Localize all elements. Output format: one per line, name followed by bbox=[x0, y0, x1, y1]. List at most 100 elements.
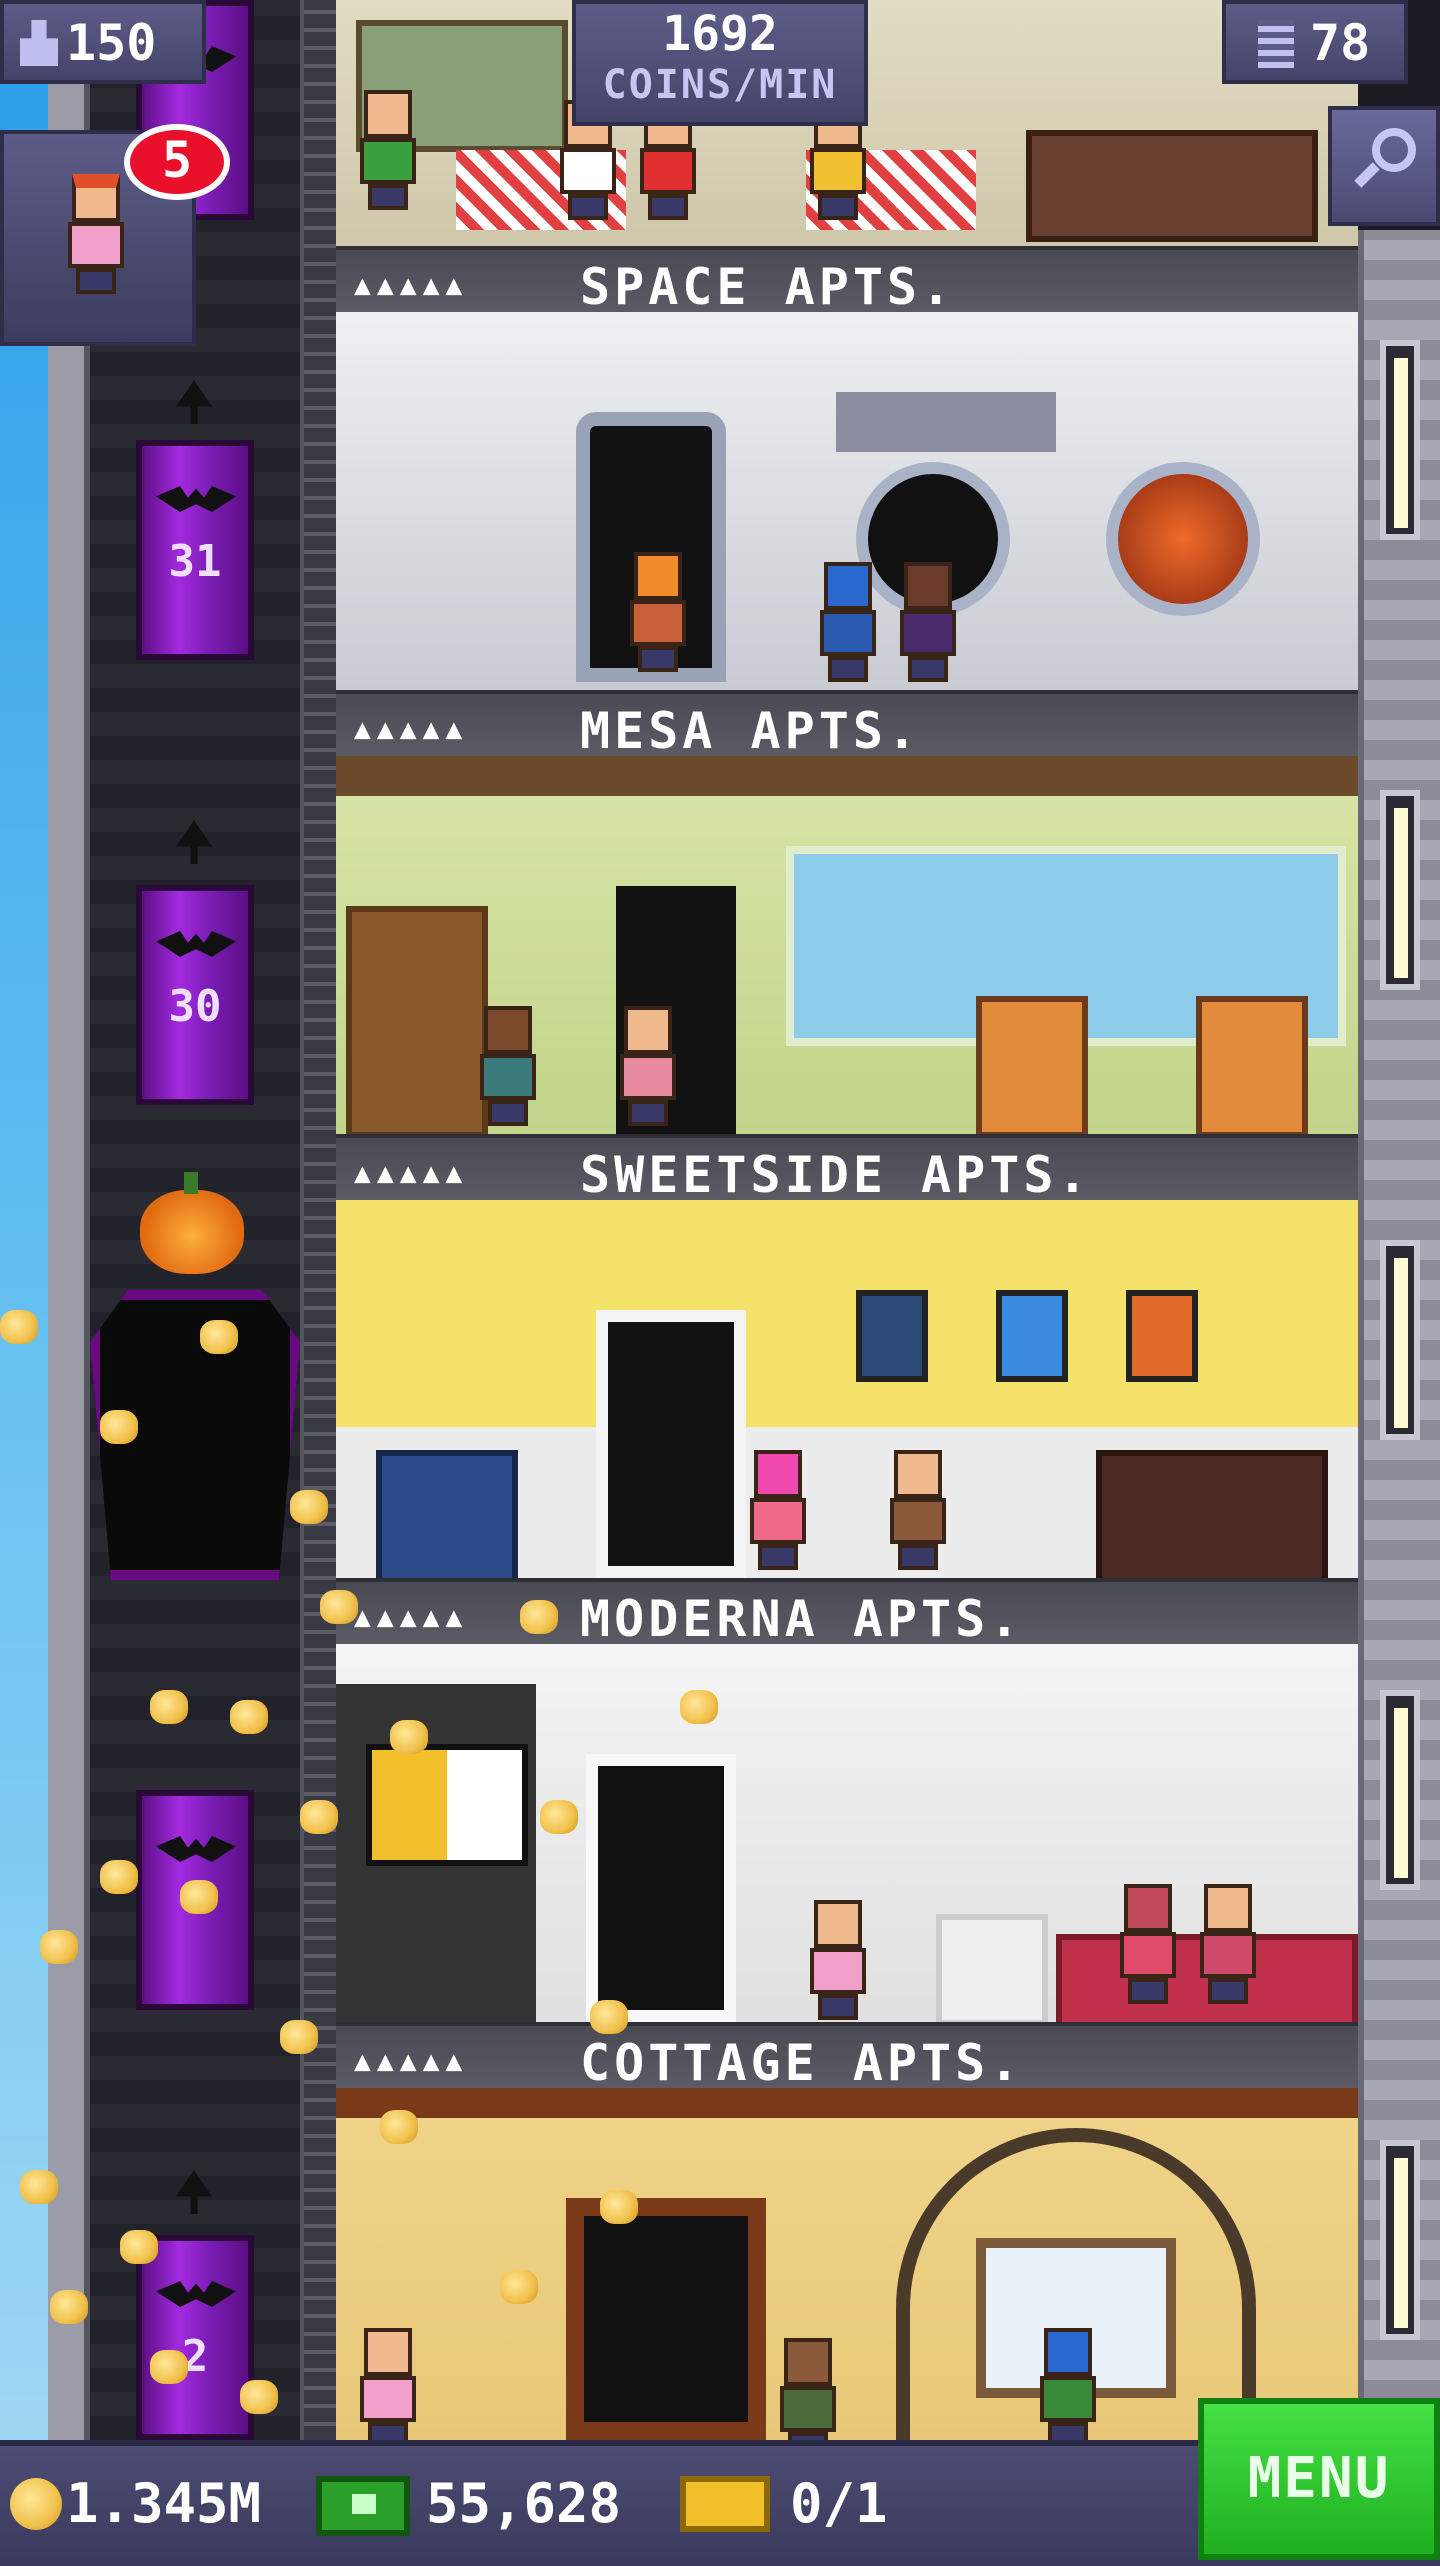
bux-icon bbox=[316, 2476, 410, 2536]
bookshelf bbox=[346, 906, 488, 1134]
ceiling-beam bbox=[336, 756, 1358, 796]
floors-icon bbox=[1258, 20, 1294, 68]
coins-per-min-value: 1692 bbox=[662, 6, 778, 62]
elevator-door-2[interactable]: 2 bbox=[136, 2235, 254, 2440]
coin-particle bbox=[390, 1720, 428, 1754]
coin-particle bbox=[520, 1600, 558, 1634]
coin-particle bbox=[290, 1490, 328, 1524]
coin-particle bbox=[20, 2170, 58, 2204]
floor-room-moderna-apts[interactable] bbox=[336, 1644, 1358, 2022]
coin-particle bbox=[380, 2110, 418, 2144]
picture-frame bbox=[856, 1290, 928, 1382]
bat-icon bbox=[156, 1836, 236, 1862]
visitor-avatar bbox=[64, 174, 128, 294]
control-panel bbox=[836, 392, 1056, 452]
floor-room-mesa-apts[interactable] bbox=[336, 756, 1358, 1134]
coin-particle bbox=[320, 1590, 358, 1624]
population-counter[interactable]: 150 bbox=[0, 0, 206, 84]
coin-particle bbox=[240, 2380, 278, 2414]
coin-particle bbox=[180, 1880, 218, 1914]
apartment-door[interactable] bbox=[586, 1754, 736, 2022]
coin-particle bbox=[590, 2000, 628, 2034]
apartment-door[interactable] bbox=[596, 1310, 746, 1578]
floor-room-cottage-apts[interactable] bbox=[336, 2088, 1358, 2440]
coin-particle bbox=[150, 2350, 188, 2384]
coin-particle bbox=[0, 1310, 38, 1344]
bitizen[interactable] bbox=[356, 2328, 420, 2440]
armchair bbox=[1196, 996, 1308, 1134]
coin-particle bbox=[680, 1690, 718, 1724]
coins-balance[interactable]: 1.345M bbox=[66, 2472, 261, 2535]
floors-value: 78 bbox=[1310, 14, 1371, 72]
bitizen[interactable] bbox=[886, 1450, 950, 1570]
bitizen[interactable] bbox=[356, 90, 420, 210]
ceiling-beam bbox=[336, 2088, 1358, 2118]
armchair bbox=[376, 1450, 518, 1578]
notification-badge: 5 bbox=[124, 124, 230, 200]
floors-counter[interactable]: 78 bbox=[1222, 0, 1408, 84]
coin-particle bbox=[100, 1860, 138, 1894]
floor-level-pips: ▲▲▲▲▲ bbox=[354, 2044, 469, 2077]
floor-label-bar[interactable]: ▲▲▲▲▲ SWEETSIDE APTS. bbox=[336, 1134, 1358, 1210]
armchair bbox=[976, 996, 1088, 1134]
sofa bbox=[1096, 1450, 1328, 1578]
coins-per-min-panel: 1692 COINS/MIN bbox=[572, 0, 868, 126]
apartment-door[interactable] bbox=[566, 2198, 766, 2440]
fireplace bbox=[936, 1914, 1048, 2022]
bitizen[interactable] bbox=[896, 562, 960, 682]
elevator-floor-number: 31 bbox=[168, 536, 222, 587]
tower-left-wall bbox=[48, 0, 90, 2440]
coin-particle bbox=[280, 2020, 318, 2054]
coin-particle bbox=[500, 2270, 538, 2304]
vip-counter[interactable]: 0/1 bbox=[790, 2472, 888, 2535]
pumpkin-decoration bbox=[140, 1172, 244, 1274]
bitizen[interactable] bbox=[816, 562, 880, 682]
bitizen[interactable] bbox=[776, 2338, 840, 2440]
porthole-window bbox=[1106, 462, 1260, 616]
sky-background bbox=[0, 0, 48, 2440]
floor-level-pips: ▲▲▲▲▲ bbox=[354, 268, 469, 301]
bitizen[interactable] bbox=[476, 1006, 540, 1126]
floor-label-bar[interactable]: ▲▲▲▲▲ COTTAGE APTS. bbox=[336, 2022, 1358, 2098]
picture-frame bbox=[996, 1290, 1068, 1382]
abstract-art bbox=[366, 1744, 528, 1866]
floor-room-space-apts[interactable] bbox=[336, 312, 1358, 690]
counter bbox=[1026, 130, 1318, 242]
bat-icon bbox=[156, 2281, 236, 2307]
search-button[interactable] bbox=[1328, 106, 1440, 226]
tower-window bbox=[1380, 2140, 1420, 2340]
search-icon-handle bbox=[1354, 162, 1380, 188]
floor-label-bar[interactable]: ▲▲▲▲▲ MESA APTS. bbox=[336, 690, 1358, 766]
floor-name: SPACE APTS. bbox=[580, 258, 956, 316]
bitizen[interactable] bbox=[626, 552, 690, 672]
elevator-door-31[interactable]: 31 bbox=[136, 440, 254, 660]
floor-name: COTTAGE APTS. bbox=[580, 2034, 1024, 2092]
coin-particle bbox=[100, 1410, 138, 1444]
bux-balance[interactable]: 55,628 bbox=[426, 2472, 621, 2535]
population-value: 150 bbox=[66, 14, 157, 72]
floor-label-bar[interactable]: ▲▲▲▲▲ SPACE APTS. bbox=[336, 246, 1358, 322]
picture-frame bbox=[1126, 1290, 1198, 1382]
coin-particle bbox=[150, 1690, 188, 1724]
elevator-floor-number: 30 bbox=[168, 981, 222, 1032]
floor-label-bar[interactable]: ▲▲▲▲▲ MODERNA APTS. bbox=[336, 1578, 1358, 1654]
elevator-door-30[interactable]: 30 bbox=[136, 885, 254, 1105]
floor-name: MODERNA APTS. bbox=[580, 1590, 1024, 1648]
elevator-rail bbox=[300, 0, 340, 2440]
population-icon bbox=[20, 20, 58, 66]
coin-particle bbox=[540, 1800, 578, 1834]
vip-icon bbox=[680, 2476, 770, 2532]
floor-name: SWEETSIDE APTS. bbox=[580, 1146, 1092, 1204]
tower-window bbox=[1380, 790, 1420, 990]
bat-icon bbox=[156, 931, 236, 957]
floor-room-sweetside-apts[interactable] bbox=[336, 1200, 1358, 1578]
bitizen[interactable] bbox=[1196, 1884, 1260, 2004]
menu-button[interactable]: MENU bbox=[1198, 2398, 1440, 2560]
tower-window bbox=[1380, 1690, 1420, 1890]
bitizen[interactable] bbox=[616, 1006, 680, 1126]
bitizen[interactable] bbox=[746, 1450, 810, 1570]
coin-particle bbox=[230, 1700, 268, 1734]
bitizen[interactable] bbox=[1036, 2328, 1100, 2440]
bitizen[interactable] bbox=[806, 1900, 870, 2020]
bitizen[interactable] bbox=[1116, 1884, 1180, 2004]
